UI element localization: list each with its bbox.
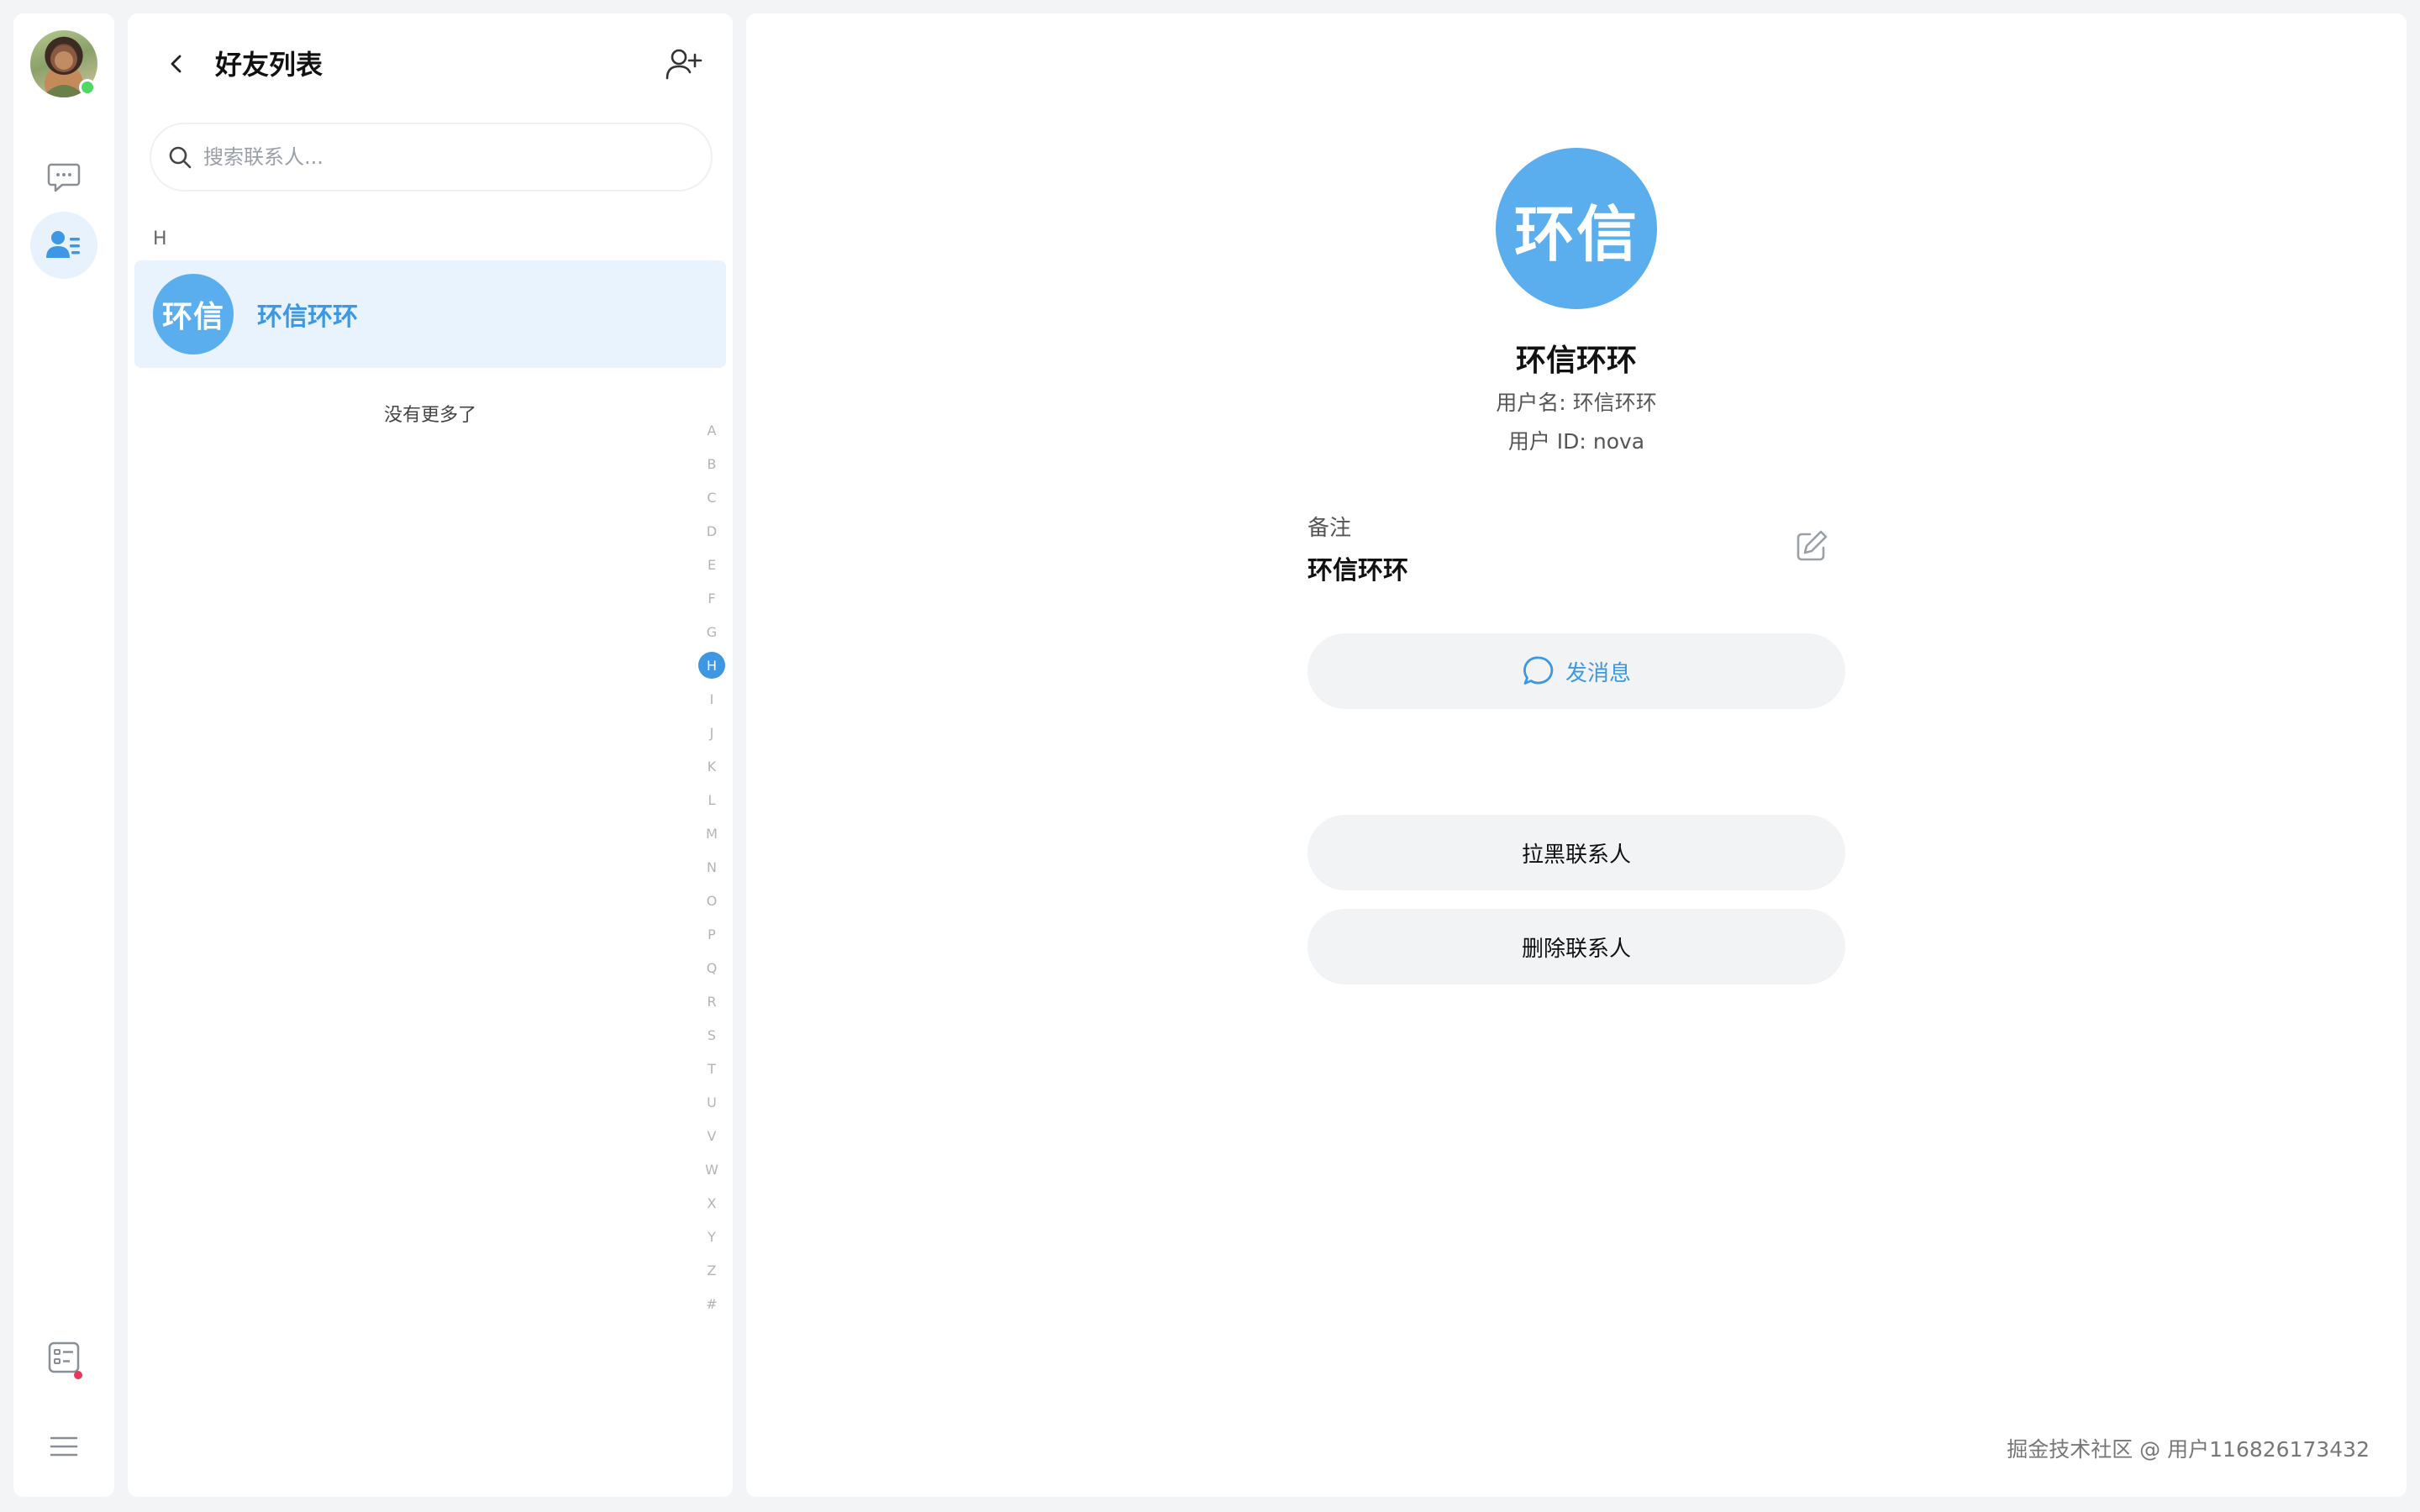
notice-badge-dot xyxy=(74,1371,82,1379)
username-value: 环信环环 xyxy=(1572,391,1657,415)
index-letter-label: R xyxy=(707,993,717,1010)
index-letter[interactable]: E xyxy=(697,548,726,581)
userid-value: nova xyxy=(1592,429,1645,454)
index-letter[interactable]: F xyxy=(697,581,726,615)
userid-label: 用户 ID: xyxy=(1507,429,1586,454)
remark-label: 备注 xyxy=(1307,516,1352,541)
index-letter[interactable]: P xyxy=(697,917,726,951)
page-title: 好友列表 xyxy=(215,49,324,81)
chat-icon xyxy=(47,163,81,192)
index-letter-label: W xyxy=(705,1161,718,1178)
search-box[interactable] xyxy=(150,123,713,192)
index-letter[interactable]: X xyxy=(697,1186,726,1220)
index-letter[interactable]: B xyxy=(697,447,726,480)
edit-remark-button[interactable] xyxy=(1788,522,1835,570)
index-letter-label: Z xyxy=(707,1262,717,1278)
index-letter[interactable]: V xyxy=(697,1119,726,1152)
index-letter[interactable]: O xyxy=(697,884,726,917)
index-letter[interactable]: A xyxy=(697,413,726,447)
friend-list-panel: 好友列表 H 环信 环信环环 没有更多了 ABCDEFGHIJKLMNOPQRS… xyxy=(128,13,733,1497)
notice-nav-button[interactable] xyxy=(30,1324,97,1391)
detail-userid: 用户 ID: nova xyxy=(746,425,2407,455)
index-letter[interactable]: I xyxy=(697,682,726,716)
index-letter-label: T xyxy=(708,1060,716,1077)
add-user-icon xyxy=(666,49,702,80)
index-letter-label: E xyxy=(707,556,717,573)
index-letter-label: S xyxy=(707,1026,717,1043)
detail-avatar: 环信 xyxy=(1496,148,1657,309)
send-message-label: 发消息 xyxy=(1565,660,1631,686)
index-letter-label: F xyxy=(708,590,716,606)
watermark-text: 掘金技术社区 @ 用户116826173432 xyxy=(2007,1437,2370,1462)
index-letter-label: L xyxy=(708,791,716,808)
contact-detail-panel: 环信 环信环环 用户名: 环信环环 用户 ID: nova 备注 环信环环 发消息 … xyxy=(746,13,2407,1497)
contacts-nav-button[interactable] xyxy=(30,212,97,279)
index-letter[interactable]: W xyxy=(697,1152,726,1186)
index-letter[interactable]: D xyxy=(697,514,726,548)
search-input[interactable] xyxy=(203,145,674,169)
index-letter-label: D xyxy=(706,522,718,539)
index-letter-label: U xyxy=(707,1094,717,1110)
index-letter-label: A xyxy=(707,422,717,438)
detail-username: 用户名: 环信环环 xyxy=(746,386,2407,417)
add-friend-button[interactable] xyxy=(662,42,706,86)
index-letter[interactable]: H xyxy=(697,648,726,682)
alphabet-index-bar[interactable]: A B C D E F G H I J K L M N O P Q R S T U V W X Y Z # xyxy=(697,413,726,1320)
detail-name: 环信环环 xyxy=(1515,344,1637,378)
index-letter-label: G xyxy=(706,623,718,640)
friend-list-header: 好友列表 xyxy=(128,13,733,106)
chevron-left-icon xyxy=(171,55,182,73)
index-letter-label: Y xyxy=(708,1228,716,1245)
index-letter[interactable]: U xyxy=(697,1085,726,1119)
index-letter[interactable]: L xyxy=(697,783,726,816)
remark-value: 环信环环 xyxy=(1307,556,1408,585)
index-letter[interactable]: # xyxy=(697,1287,726,1320)
index-letter-label: N xyxy=(707,858,717,875)
index-letter-label: M xyxy=(706,825,718,842)
index-letter-label: C xyxy=(707,489,717,506)
contact-list-item[interactable]: 环信 环信环环 xyxy=(134,260,726,368)
index-letter[interactable]: Z xyxy=(697,1253,726,1287)
index-letter[interactable]: Y xyxy=(697,1220,726,1253)
index-letter[interactable]: G xyxy=(697,615,726,648)
index-letter[interactable]: Q xyxy=(697,951,726,984)
contact-avatar: 环信 xyxy=(153,274,234,354)
menu-icon xyxy=(50,1436,78,1457)
index-letter[interactable]: M xyxy=(697,816,726,850)
index-letter[interactable]: R xyxy=(697,984,726,1018)
block-contact-button[interactable]: 拉黑联系人 xyxy=(1307,815,1845,890)
index-letter-label: I xyxy=(709,690,714,707)
online-status-dot xyxy=(79,79,96,96)
section-letter-header: H xyxy=(153,228,167,249)
message-bubble-icon xyxy=(1522,654,1555,688)
no-more-text: 没有更多了 xyxy=(383,405,476,426)
index-letter-label: J xyxy=(709,724,714,741)
search-icon xyxy=(165,142,195,172)
edit-icon xyxy=(1797,530,1828,561)
index-letter-label: B xyxy=(707,455,717,472)
chat-nav-button[interactable] xyxy=(30,143,97,210)
index-letter-label: Q xyxy=(706,959,718,976)
index-letter[interactable]: S xyxy=(697,1018,726,1052)
back-button[interactable] xyxy=(160,47,193,81)
index-letter[interactable]: T xyxy=(697,1052,726,1085)
index-letter-label: O xyxy=(706,892,718,909)
delete-contact-button[interactable]: 删除联系人 xyxy=(1307,909,1845,984)
index-letter-label: V xyxy=(707,1127,717,1144)
index-letter-label: H xyxy=(698,652,725,679)
index-letter-label: # xyxy=(706,1295,718,1312)
contact-name: 环信环环 xyxy=(257,302,358,332)
index-letter-label: X xyxy=(707,1194,717,1211)
index-letter-label: P xyxy=(708,926,716,942)
index-letter-label: K xyxy=(707,758,717,774)
contacts-icon xyxy=(46,231,80,258)
index-letter[interactable]: J xyxy=(697,716,726,749)
menu-nav-button[interactable] xyxy=(30,1413,97,1480)
username-label: 用户名: xyxy=(1496,391,1566,415)
nav-rail xyxy=(13,13,114,1497)
index-letter[interactable]: K xyxy=(697,749,726,783)
index-letter[interactable]: C xyxy=(697,480,726,514)
index-letter[interactable]: N xyxy=(697,850,726,884)
send-message-button[interactable]: 发消息 xyxy=(1307,633,1845,709)
